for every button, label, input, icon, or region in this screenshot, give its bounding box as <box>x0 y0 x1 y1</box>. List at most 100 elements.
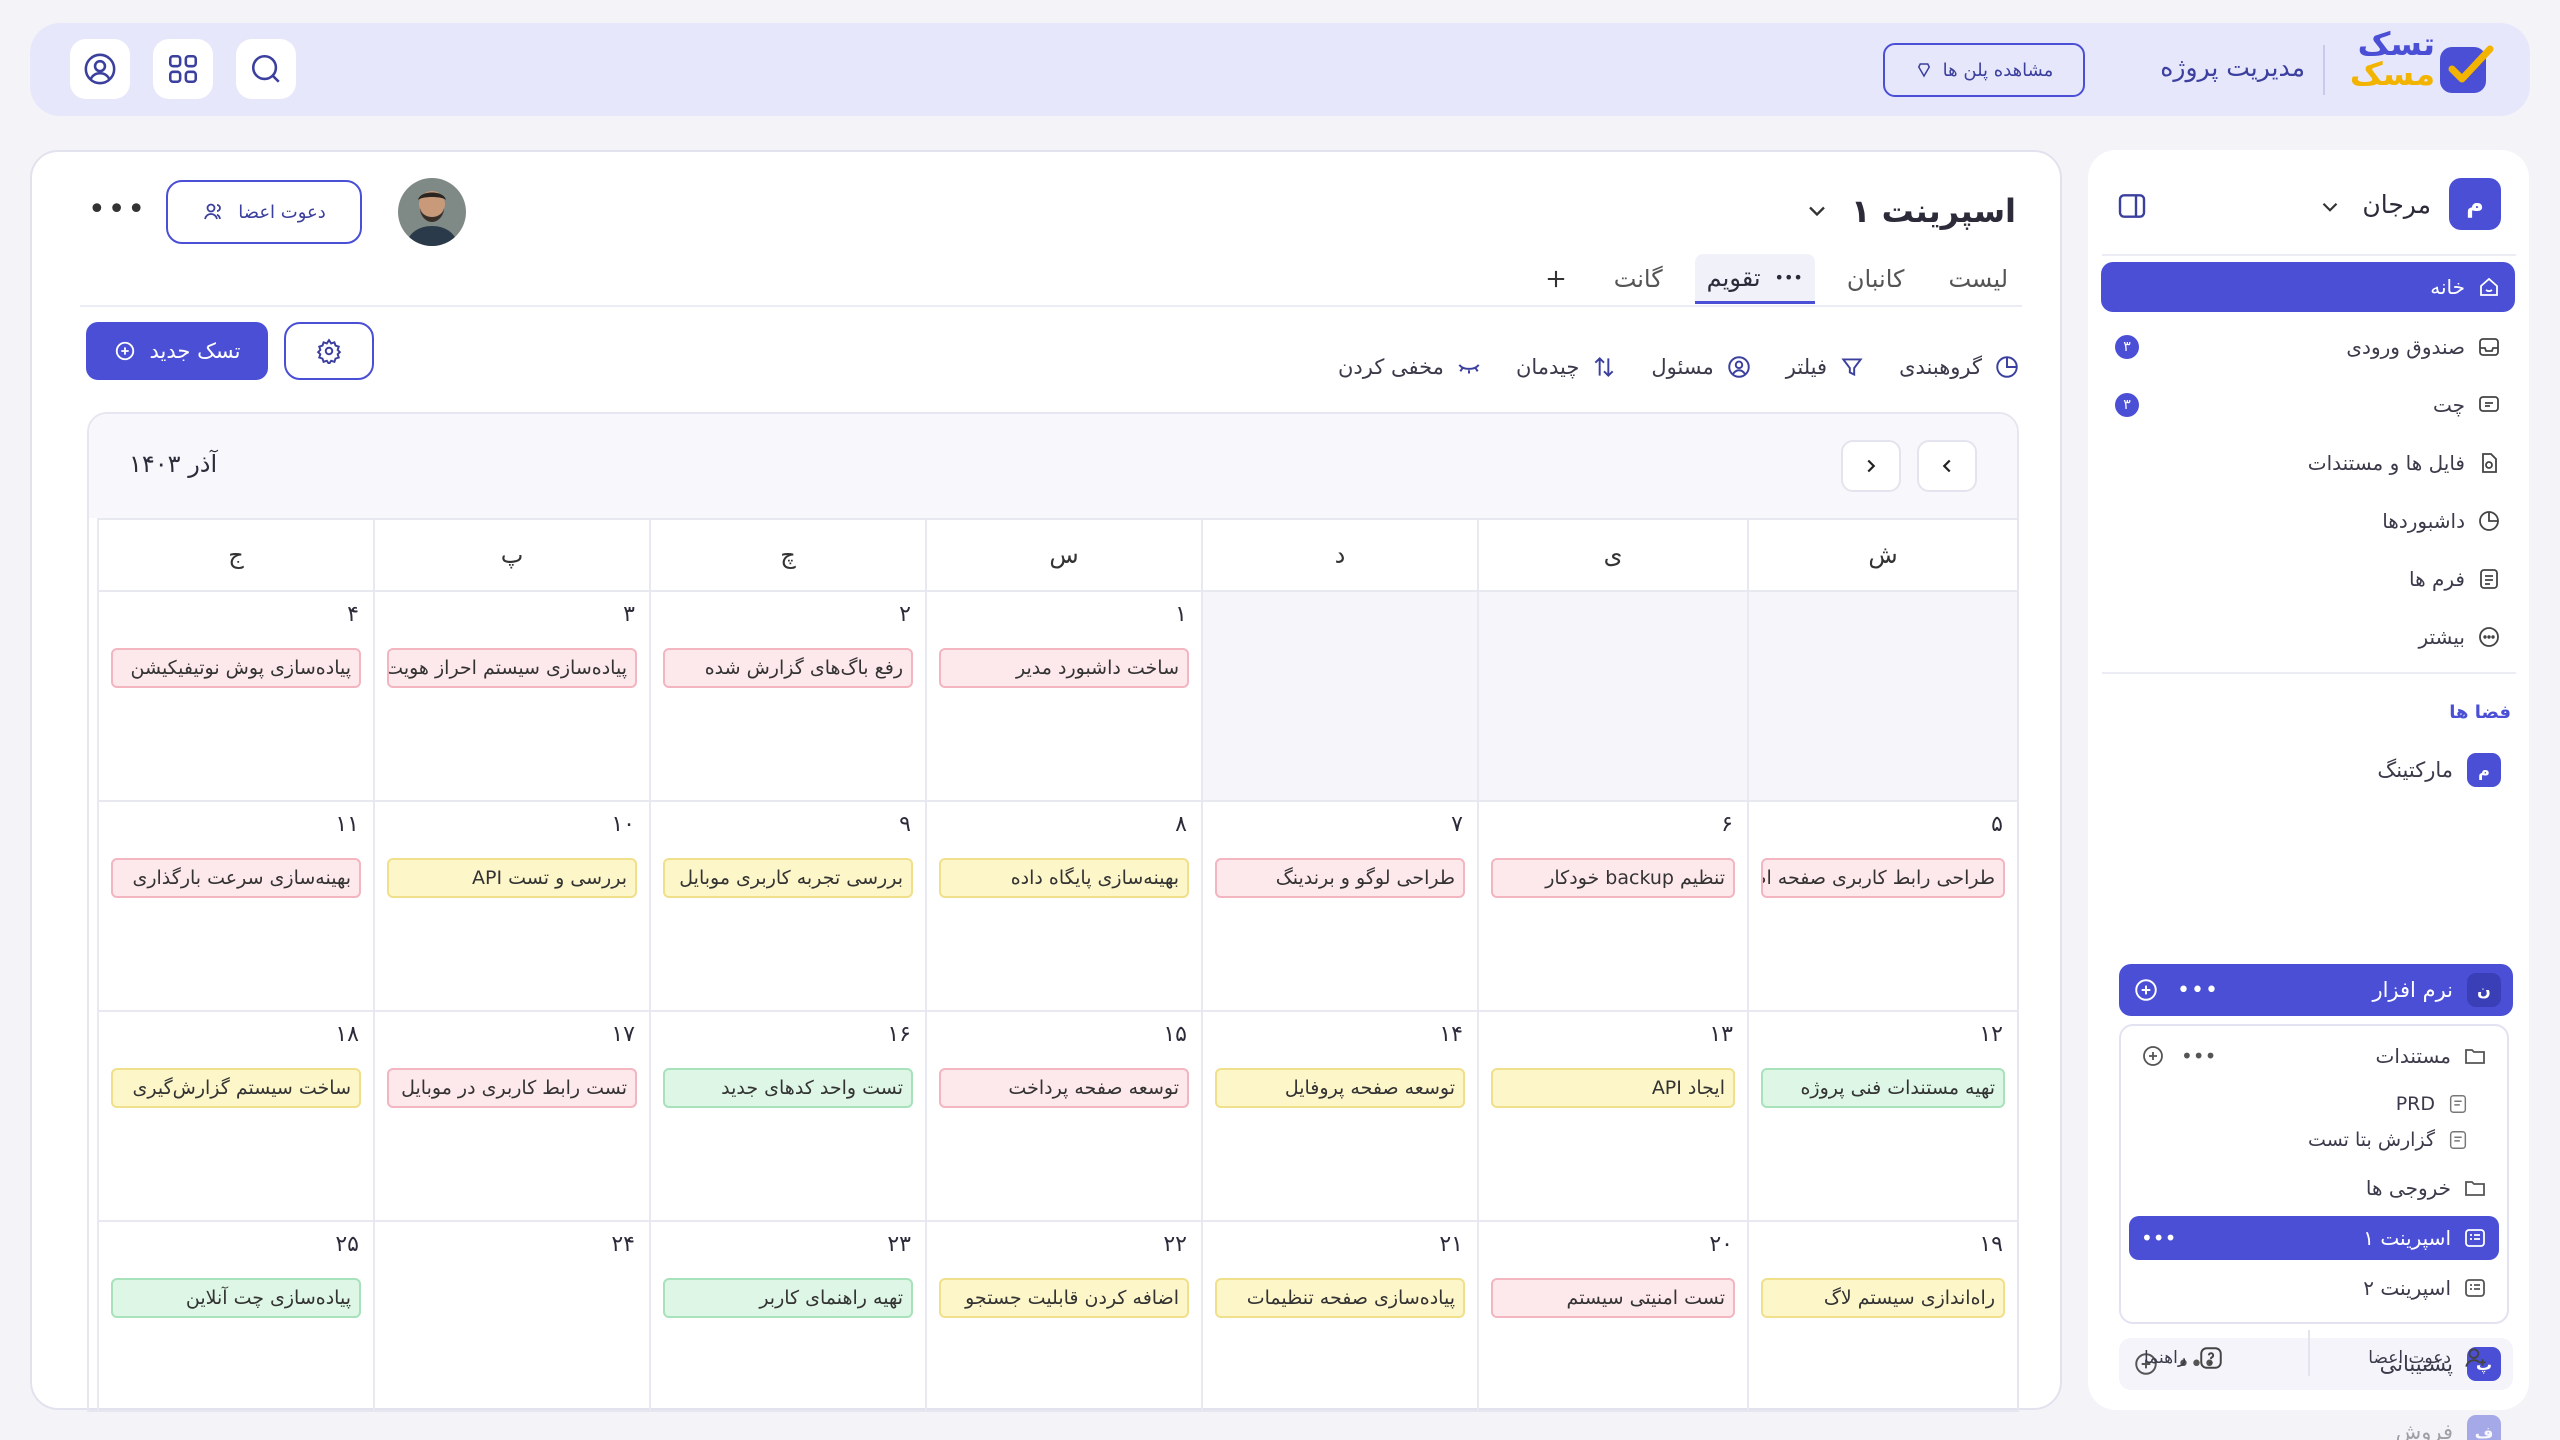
assignee-button[interactable]: مسئول <box>1651 354 1751 380</box>
task-chip[interactable]: بررسی و تست API <box>387 858 637 898</box>
nav-more[interactable]: بیشتر <box>2101 612 2515 662</box>
ellipsis-icon[interactable]: ••• <box>2141 1226 2176 1250</box>
calendar-day-cell[interactable]: ۱۸ ساخت سیستم گزارش‌گیری <box>97 1010 373 1220</box>
task-chip[interactable]: رفع باگ‌های گزارش شده <box>663 648 913 688</box>
hide-button[interactable]: مخفی کردن <box>1338 354 1482 380</box>
chevron-down-icon[interactable] <box>1803 197 1831 225</box>
task-chip[interactable]: اضافه کردن قابلیت جستجو <box>939 1278 1189 1318</box>
task-chip[interactable]: ساخت سیستم گزارش‌گیری <box>111 1068 361 1108</box>
task-chip[interactable]: بهینه‌سازی پایگاه داده <box>939 858 1189 898</box>
calendar-day-cell[interactable]: ۱۰ بررسی و تست API <box>373 800 649 1010</box>
next-month-button[interactable] <box>1917 440 1977 492</box>
space-sales[interactable]: ف فروش <box>2119 1406 2513 1440</box>
calendar-day-cell[interactable]: ۴ پیاده‌سازی پوش نوتیفیکیشن <box>97 590 373 800</box>
task-chip[interactable]: طراحی رابط کاربری صفحه اصلی <box>1761 858 2005 898</box>
sprint-title-row[interactable]: اسپرینت ۱ <box>1803 192 2016 230</box>
collapse-sidebar-icon[interactable] <box>2116 190 2148 222</box>
prev-month-button[interactable] <box>1841 440 1901 492</box>
new-task-button[interactable]: تسک جدید <box>86 322 268 380</box>
nav-inbox[interactable]: صندوق ورودی ۳ <box>2101 322 2515 372</box>
calendar-day-cell[interactable]: ۲۳ تهیه راهنمای کاربر <box>649 1220 925 1410</box>
profile-icon[interactable] <box>70 39 130 99</box>
task-chip[interactable]: راه‌اندازی سیستم لاگ <box>1761 1278 2005 1318</box>
calendar-day-cell[interactable]: ۱۲ تهیه مستندات فنی پروژه <box>1747 1010 2017 1220</box>
nav-dashboards[interactable]: داشبوردها <box>2101 496 2515 546</box>
task-chip[interactable]: تنظیم backup خودکار <box>1491 858 1735 898</box>
help-link[interactable]: راهنما <box>2144 1330 2224 1386</box>
add-circle-icon[interactable] <box>2141 1044 2165 1068</box>
workspace-switcher[interactable]: م مرجان <box>2116 178 2501 233</box>
chevron-down-icon[interactable] <box>2317 194 2343 220</box>
add-view-icon[interactable] <box>1530 254 1582 304</box>
group-by-button[interactable]: گروهبندی <box>1899 354 2020 380</box>
nav-chat[interactable]: چت ۳ <box>2101 380 2515 430</box>
calendar-day-cell[interactable]: ۱۷ تست رابط کاربری در موبایل <box>373 1010 649 1220</box>
calendar-day-cell[interactable]: ۵ طراحی رابط کاربری صفحه اصلی <box>1747 800 2017 1010</box>
ellipsis-icon[interactable]: ••• <box>1775 268 1803 287</box>
tab-kanban[interactable]: کانبان <box>1835 254 1917 304</box>
tree-list-sprint-2[interactable]: اسپرینت ۲ <box>2129 1266 2499 1310</box>
ellipsis-icon[interactable]: ••• <box>2181 1044 2216 1068</box>
view-plans-button[interactable]: مشاهده پلن ها <box>1883 43 2085 97</box>
calendar-day-cell[interactable]: ۲ رفع باگ‌های گزارش شده <box>649 590 925 800</box>
task-chip[interactable]: بررسی تجربه کاربری موبایل <box>663 858 913 898</box>
task-chip[interactable]: طراحی لوگو و برندینگ <box>1215 858 1465 898</box>
task-chip[interactable]: تست امنیتی سیستم <box>1491 1278 1735 1318</box>
task-chip[interactable]: پیاده‌سازی چت آنلاین <box>111 1278 361 1318</box>
settings-button[interactable] <box>284 322 374 380</box>
calendar-day-cell[interactable]: ۲۱ پیاده‌سازی صفحه تنظیمات <box>1201 1220 1477 1410</box>
ellipsis-icon[interactable]: ••• <box>2177 978 2219 1003</box>
calendar-day-cell[interactable]: ۲۰ تست امنیتی سیستم <box>1477 1220 1747 1410</box>
calendar-day-cell[interactable]: ۲۴ <box>373 1220 649 1410</box>
calendar-day-cell[interactable]: ۱ ساخت داشبورد مدیر <box>925 590 1201 800</box>
sort-button[interactable]: چیدمان <box>1516 354 1617 380</box>
tab-gantt[interactable]: گانت <box>1602 254 1675 304</box>
tree-list-sprint-1[interactable]: اسپرینت ۱ ••• <box>2129 1216 2499 1260</box>
space-marketing[interactable]: م مارکتینگ <box>2119 744 2513 796</box>
task-chip[interactable]: تست واحد کدهای جدید <box>663 1068 913 1108</box>
calendar-day-cell[interactable]: ۲۵ پیاده‌سازی چت آنلاین <box>97 1220 373 1410</box>
task-chip[interactable]: تهیه مستندات فنی پروژه <box>1761 1068 2005 1108</box>
filter-button[interactable]: فیلتر <box>1786 354 1865 380</box>
calendar-day-cell[interactable]: ۲۲ اضافه کردن قابلیت جستجو <box>925 1220 1201 1410</box>
calendar-day-cell[interactable]: ۷ طراحی لوگو و برندینگ <box>1201 800 1477 1010</box>
calendar-day-cell[interactable]: ۱۵ توسعه صفحه پرداخت <box>925 1010 1201 1220</box>
nav-files[interactable]: فایل ها و مستندات <box>2101 438 2515 488</box>
task-chip[interactable]: پیاده‌سازی سیستم احراز هویت <box>387 648 637 688</box>
task-chip[interactable]: تست رابط کاربری در موبایل <box>387 1068 637 1108</box>
calendar-day-cell[interactable]: ۱۳ ایجاد API <box>1477 1010 1747 1220</box>
tree-folder-outputs[interactable]: خروجی ها <box>2129 1166 2499 1210</box>
nav-home[interactable]: خانه <box>2101 262 2515 312</box>
avatar[interactable] <box>398 178 466 246</box>
invite-members-link[interactable]: دعوت اعضا <box>2368 1330 2489 1386</box>
calendar-day-cell[interactable]: ۳ پیاده‌سازی سیستم احراز هویت <box>373 590 649 800</box>
calendar-day-cell[interactable]: ۱۴ توسعه صفحه پروفایل <box>1201 1010 1477 1220</box>
tree-doc-beta-report[interactable]: گزارش بتا تست <box>2141 1122 2481 1158</box>
search-icon[interactable] <box>236 39 296 99</box>
ellipsis-icon[interactable]: ••• <box>88 195 147 225</box>
calendar-day-cell[interactable]: ۶ تنظیم backup خودکار <box>1477 800 1747 1010</box>
tree-folder-docs[interactable]: مستندات ••• <box>2129 1034 2499 1078</box>
add-circle-icon[interactable] <box>2133 977 2159 1003</box>
task-chip[interactable]: تهیه راهنمای کاربر <box>663 1278 913 1318</box>
task-chip[interactable]: توسعه صفحه پرداخت <box>939 1068 1189 1108</box>
task-chip[interactable]: پیاده‌سازی صفحه تنظیمات <box>1215 1278 1465 1318</box>
tab-list[interactable]: لیست <box>1936 254 2020 304</box>
calendar-day-cell[interactable]: ۸ بهینه‌سازی پایگاه داده <box>925 800 1201 1010</box>
calendar-day-cell[interactable]: ۱۱ بهینه‌سازی سرعت بارگذاری <box>97 800 373 1010</box>
task-chip[interactable]: پیاده‌سازی پوش نوتیفیکیشن <box>111 648 361 688</box>
calendar-day-cell[interactable]: ۱۹ راه‌اندازی سیستم لاگ <box>1747 1220 2017 1410</box>
nav-forms[interactable]: فرم ها <box>2101 554 2515 604</box>
tree-doc-prd[interactable]: PRD <box>2141 1086 2481 1122</box>
task-chip[interactable]: ساخت داشبورد مدیر <box>939 648 1189 688</box>
calendar-day-cell[interactable]: ۹ بررسی تجربه کاربری موبایل <box>649 800 925 1010</box>
task-chip[interactable]: بهینه‌سازی سرعت بارگذاری <box>111 858 361 898</box>
space-software[interactable]: ن نرم افزار ••• <box>2119 964 2513 1016</box>
task-chip[interactable]: ایجاد API <box>1491 1068 1735 1108</box>
weekday-header: ی <box>1477 518 1747 590</box>
calendar-day-cell[interactable]: ۱۶ تست واحد کدهای جدید <box>649 1010 925 1220</box>
task-chip[interactable]: توسعه صفحه پروفایل <box>1215 1068 1465 1108</box>
apps-grid-icon[interactable] <box>153 39 213 99</box>
tab-calendar[interactable]: تقویم ••• <box>1694 254 1815 304</box>
invite-members-button[interactable]: دعوت اعضا <box>166 180 362 244</box>
